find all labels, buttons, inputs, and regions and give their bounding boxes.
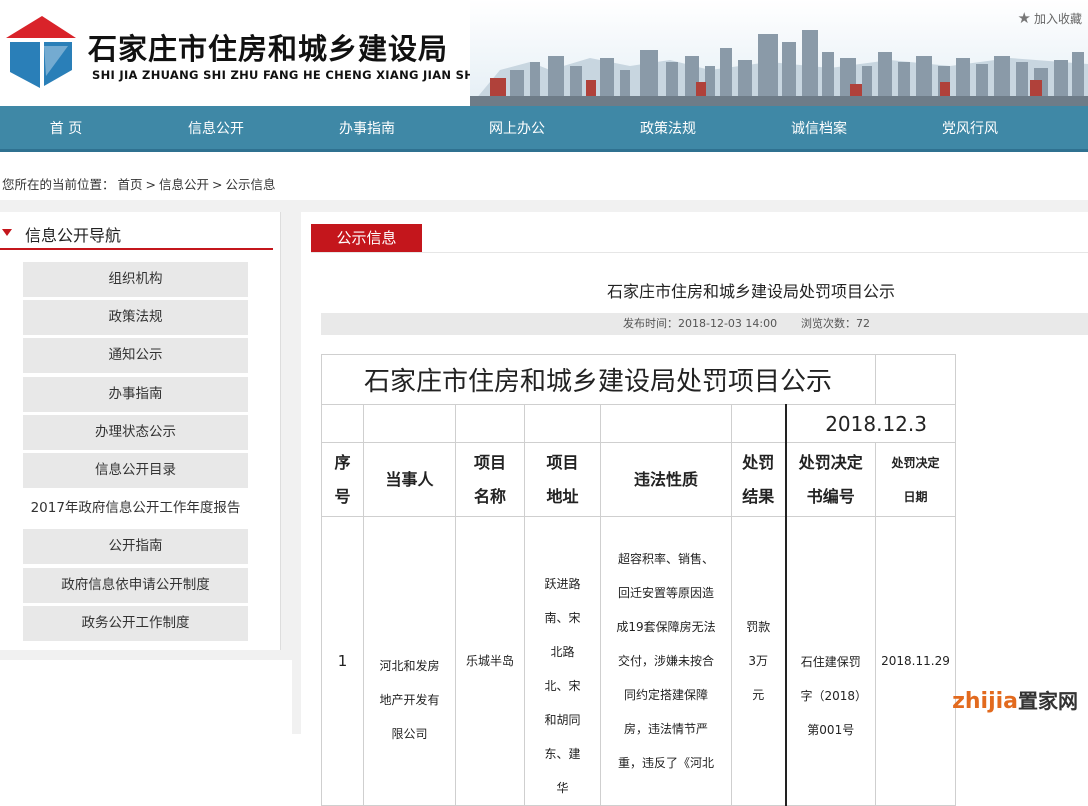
sidebar-item-annual-report[interactable]: 2017年政府信息公开工作年度报告 [13,491,258,527]
sidebar-item-organization[interactable]: 组织机构 [23,262,248,297]
caret-down-icon [2,229,12,236]
nav-online-office[interactable]: 网上办公 [447,106,587,152]
header-nature: 违法性质 [600,442,732,517]
tab-divider [311,252,1088,253]
cell-result: 罚款3万元 [731,516,786,806]
star-icon: ★ [1017,9,1031,27]
header-doc-no: 处罚决定书编号 [784,442,876,517]
table-title: 石家庄市住房和城乡建设局处罚项目公示 [321,354,876,405]
breadcrumb-info[interactable]: 信息公开 [159,177,209,192]
article-meta: 发布时间：2018-12-03 14:00 浏览次数：72 [321,313,1088,335]
sidebar-item-work-system[interactable]: 政务公开工作制度 [23,605,248,641]
sidebar-item-disclosure-guide[interactable]: 公开指南 [23,529,248,565]
site-header: 石家庄市住房和城乡建设局 SHI JIA ZHUANG SHI ZHU FANG… [0,0,1088,106]
tab-public-notice[interactable]: 公示信息 [311,224,422,253]
table-date: 2018.12.3 [784,404,956,443]
view-count: 浏览次数：72 [801,317,870,330]
header-address: 项目地址 [524,442,601,517]
nav-credit-records[interactable]: 诚信档案 [749,106,889,152]
city-skyline-image [470,0,1088,106]
sidebar-item-request-system[interactable]: 政府信息依申请公开制度 [23,567,248,603]
article-title: 石家庄市住房和城乡建设局处罚项目公示 [606,282,895,301]
nav-info-disclosure[interactable]: 信息公开 [146,106,286,152]
breadcrumb: 您所在的当前位置： 首页 > 信息公开 > 公示信息 [2,177,276,192]
nav-party-conduct[interactable]: 党风行风 [900,106,1040,152]
nav-policy[interactable]: 政策法规 [598,106,738,152]
cell-no: 1 [321,516,364,806]
main-content: 公示信息 石家庄市住房和城乡建设局处罚项目公示 发布时间：2018-12-03 … [301,212,1088,806]
sidebar-heading: 信息公开导航 [0,220,273,250]
sidebar-item-info-catalog[interactable]: 信息公开目录 [23,452,248,488]
sidebar-item-processing-status[interactable]: 办理状态公示 [23,414,248,450]
header-result: 处罚结果 [731,442,786,517]
sidebar-list: 组织机构 政策法规 通知公示 办事指南 办理状态公示 信息公开目录 2017年政… [13,262,258,644]
header-party: 当事人 [363,442,456,517]
nav-service-guide[interactable]: 办事指南 [297,106,437,152]
breadcrumb-home[interactable]: 首页 [118,177,143,192]
publish-time: 发布时间：2018-12-03 14:00 [623,317,778,330]
cell-date: 2018.11.29 [875,516,956,806]
header-no: 序号 [321,442,364,517]
table-row: 1 河北和发房地产开发有限公司 乐城半岛 跃进路南、宋北路北、宋和胡同东、建华 … [321,516,956,806]
table-header-row: 序号 当事人 项目名称 项目地址 违法性质 处罚结果 处罚决定书编号 处罚决定日… [321,442,956,517]
sidebar-item-policy[interactable]: 政策法规 [23,300,248,336]
header-project: 项目名称 [455,442,525,517]
cell-project: 乐城半岛 [455,516,525,806]
sidebar-item-notices[interactable]: 通知公示 [23,338,248,374]
cell-address: 跃进路南、宋北路北、宋和胡同东、建华 [524,516,601,806]
add-favorite-link[interactable]: ★ 加入收藏 [1018,9,1082,27]
site-logo-icon [6,16,76,88]
main-nav: 首 页 信息公开 办事指南 网上办公 政策法规 诚信档案 党风行风 [0,106,1088,152]
sidebar-item-service-guide[interactable]: 办事指南 [23,376,248,412]
site-title: 石家庄市住房和城乡建设局 [88,32,449,66]
cell-nature: 超容积率、销售、回迁安置等原因造成19套保障房无法交付，涉嫌未按合同约定搭建保障… [600,516,732,806]
nav-home[interactable]: 首 页 [0,106,136,152]
header-date: 处罚决定日期 [875,442,956,517]
site-pinyin: SHI JIA ZHUANG SHI ZHU FANG HE CHENG XIA… [92,68,501,82]
cell-party: 河北和发房地产开发有限公司 [363,516,456,806]
sidebar: 信息公开导航 组织机构 政策法规 通知公示 办事指南 办理状态公示 信息公开目录… [0,212,281,650]
penalty-table: 石家庄市住房和城乡建设局处罚项目公示 2018.12.3 序号 当事人 项目名称… [321,354,956,806]
watermark-logo: zhijia置家网 [952,689,1078,714]
breadcrumb-current[interactable]: 公示信息 [226,177,276,192]
cell-doc-no: 石住建保罚字（2018）第001号 [784,516,876,806]
